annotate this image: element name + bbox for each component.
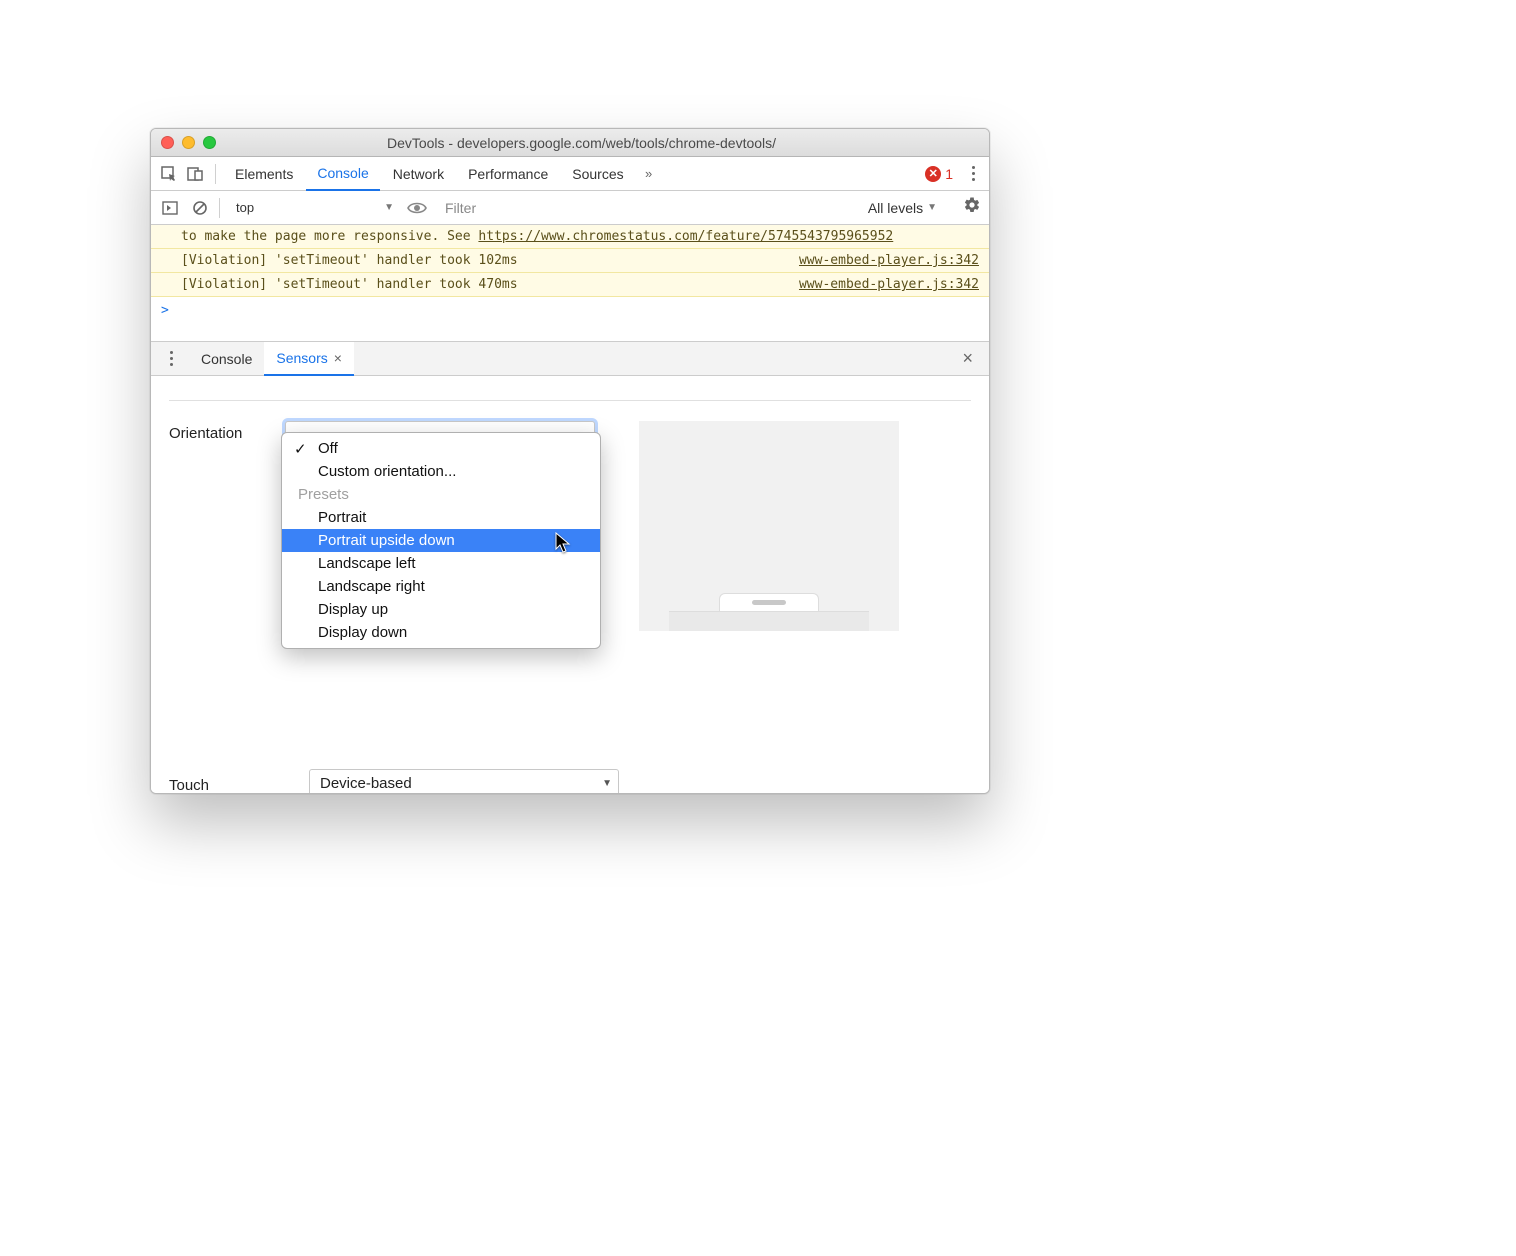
drawer-menu-icon[interactable] (161, 351, 181, 366)
orientation-option-landscape-left[interactable]: Landscape left (282, 552, 600, 575)
tab-performance[interactable]: Performance (457, 157, 559, 191)
device-top-icon (719, 593, 819, 611)
violation-message: [Violation] 'setTimeout' handler took 47… (181, 277, 787, 292)
context-value: top (236, 200, 254, 215)
main-menu-icon[interactable] (963, 166, 983, 181)
live-expression-icon[interactable] (406, 197, 428, 219)
context-selector[interactable]: top ▼ (228, 197, 398, 219)
orientation-option-off[interactable]: Off (282, 437, 600, 460)
orientation-option-custom[interactable]: Custom orientation... (282, 460, 600, 483)
devtools-window: DevTools - developers.google.com/web/too… (150, 128, 990, 794)
console-prompt[interactable]: > (151, 297, 989, 324)
touch-value: Device-based (320, 775, 412, 792)
source-link[interactable]: www-embed-player.js:342 (799, 253, 979, 268)
dropdown-caret-icon: ▼ (927, 202, 937, 213)
inspect-element-icon[interactable] (157, 162, 181, 186)
close-drawer-icon[interactable]: × (952, 348, 983, 369)
drawer-tab-sensors[interactable]: Sensors × (264, 342, 354, 376)
error-icon: ✕ (925, 166, 941, 182)
more-tabs-icon[interactable]: » (637, 162, 661, 186)
error-count: 1 (945, 166, 953, 182)
console-warning-row: [Violation] 'setTimeout' handler took 47… (151, 273, 989, 297)
orientation-label: Orientation (169, 421, 261, 442)
touch-label: Touch (169, 773, 261, 794)
console-warning-row: [Violation] 'setTimeout' handler took 10… (151, 249, 989, 273)
tab-elements[interactable]: Elements (224, 157, 304, 191)
touch-select[interactable]: Device-based ▼ (309, 769, 619, 794)
sensors-panel: Orientation ▼ Off Custom orientation... … (151, 376, 989, 793)
console-warning-row: to make the page more responsive. See ht… (151, 225, 989, 249)
orientation-option-display-down[interactable]: Display down (282, 621, 600, 644)
error-badge[interactable]: ✕ 1 (925, 166, 953, 182)
orientation-option-display-up[interactable]: Display up (282, 598, 600, 621)
filter-input[interactable] (436, 196, 636, 220)
levels-label: All levels (868, 200, 923, 216)
close-window-button[interactable] (161, 136, 174, 149)
device-toolbar-icon[interactable] (183, 162, 207, 186)
clear-console-icon[interactable] (189, 197, 211, 219)
drawer-tab-console[interactable]: Console (189, 342, 264, 376)
toggle-sidebar-icon[interactable] (159, 197, 181, 219)
drawer-tabbar: Console Sensors × × (151, 342, 989, 376)
main-tabbar: Elements Console Network Performance Sou… (151, 157, 989, 191)
console-toolbar: top ▼ All levels ▼ (151, 191, 989, 225)
dropdown-caret-icon: ▼ (384, 202, 394, 213)
tab-sources[interactable]: Sources (561, 157, 634, 191)
touch-row: Touch Device-based ▼ (169, 769, 619, 794)
orientation-preview (639, 421, 899, 631)
titlebar: DevTools - developers.google.com/web/too… (151, 129, 989, 157)
dropdown-caret-icon: ▼ (602, 778, 612, 789)
drawer-splitter[interactable] (151, 324, 989, 342)
orientation-group-label: Presets (282, 483, 600, 506)
orientation-dropdown: Off Custom orientation... Presets Portra… (281, 432, 601, 649)
tab-network[interactable]: Network (382, 157, 455, 191)
window-title: DevTools - developers.google.com/web/too… (184, 135, 979, 151)
console-output: to make the page more responsive. See ht… (151, 225, 989, 324)
tab-console[interactable]: Console (306, 157, 379, 191)
close-tab-icon[interactable]: × (334, 350, 342, 366)
orientation-option-landscape-right[interactable]: Landscape right (282, 575, 600, 598)
cursor-icon (555, 532, 571, 554)
violation-message: [Violation] 'setTimeout' handler took 10… (181, 253, 787, 268)
orientation-option-portrait[interactable]: Portrait (282, 506, 600, 529)
log-levels-selector[interactable]: All levels ▼ (868, 200, 937, 216)
source-link[interactable]: www-embed-player.js:342 (799, 277, 979, 292)
orientation-option-portrait-upside-down[interactable]: Portrait upside down (282, 529, 600, 552)
console-settings-icon[interactable] (963, 196, 981, 219)
feature-link[interactable]: https://www.chromestatus.com/feature/574… (478, 229, 893, 244)
